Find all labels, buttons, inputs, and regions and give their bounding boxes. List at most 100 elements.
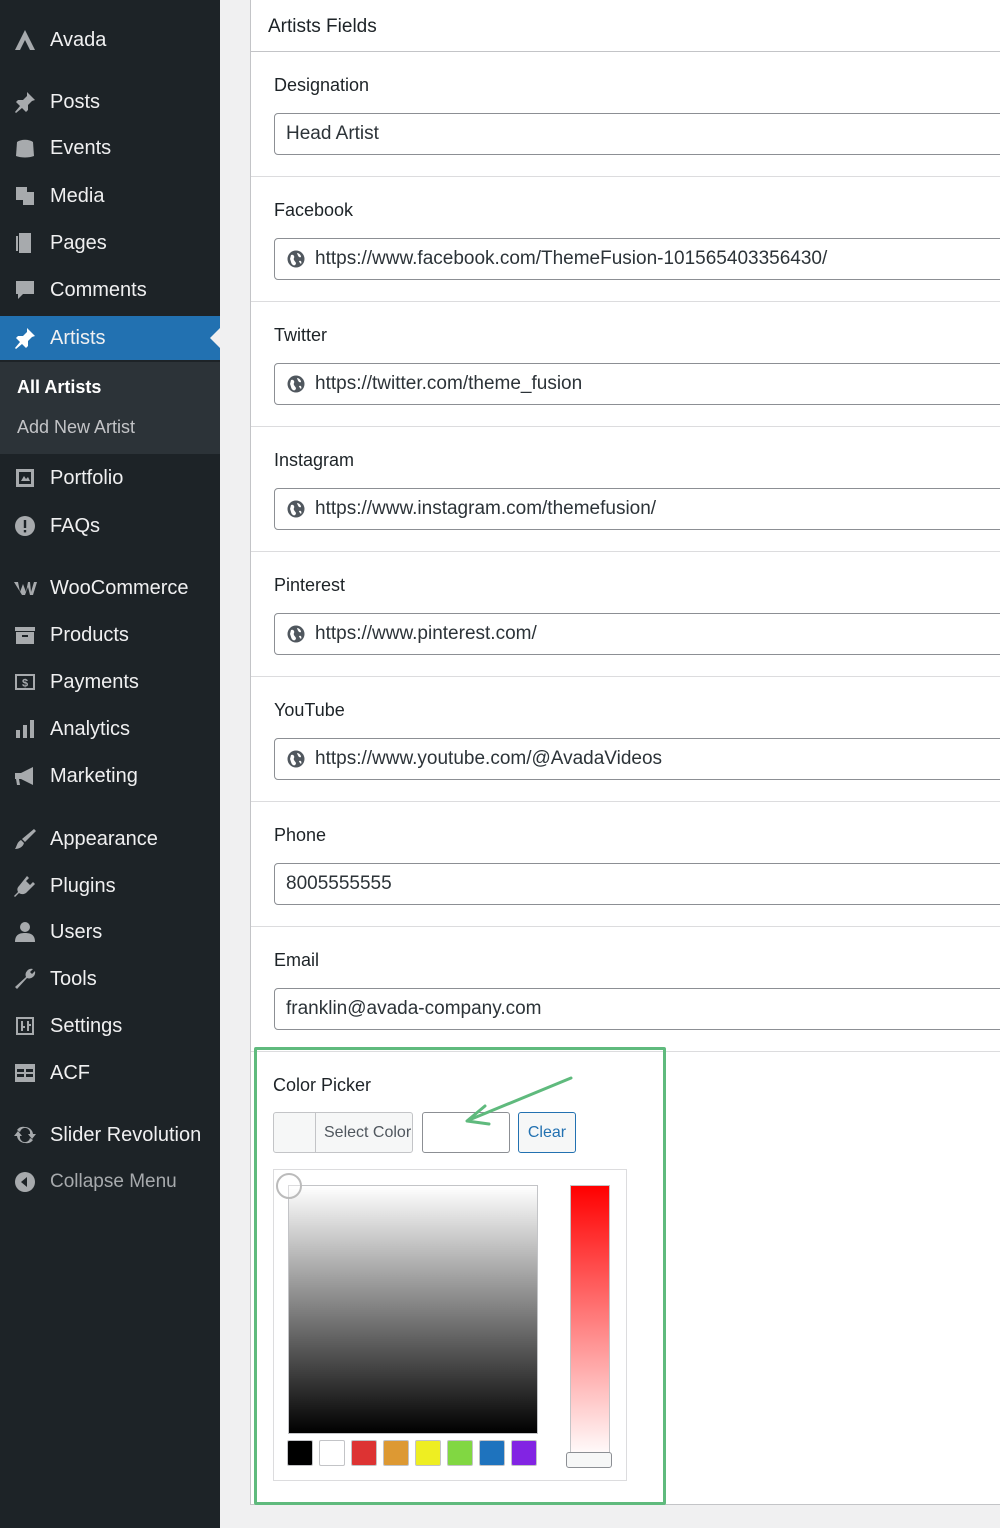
- sidebar-item-posts[interactable]: Posts: [0, 80, 220, 124]
- sidebar-item-analytics[interactable]: Analytics: [0, 707, 220, 751]
- panel-title: Artists Fields: [268, 16, 377, 37]
- annotation-arrow-icon: [465, 1076, 573, 1126]
- hue-slider-handle[interactable]: [566, 1452, 612, 1468]
- admin-sidebar: All Artists Add New Artist Avada Posts Eve…: [0, 0, 220, 1528]
- color-picker-label: Color Picker: [273, 1075, 372, 1095]
- field-row-phone: Phone 8005555555: [251, 802, 1000, 927]
- sidebar-item-label: Portfolio: [50, 466, 124, 489]
- sidebar-item-label: Media: [50, 184, 105, 207]
- sidebar-item-slider-revolution[interactable]: Slider Revolution: [0, 1113, 220, 1157]
- sidebar-item-users[interactable]: Users: [0, 910, 220, 954]
- media-icon: [12, 183, 38, 209]
- sidebar-item-media[interactable]: Media: [0, 174, 220, 218]
- input-value: https://www.pinterest.com/: [315, 623, 537, 644]
- refresh-icon: [12, 1122, 38, 1148]
- sidebar-item-pages[interactable]: Pages: [0, 221, 220, 265]
- input-value: https://www.facebook.com/ThemeFusion-101…: [315, 248, 828, 269]
- submenu-item-all-artists[interactable]: All Artists: [17, 377, 101, 398]
- palette-swatch[interactable]: [319, 1440, 345, 1466]
- sidebar-item-avada[interactable]: Avada: [0, 18, 220, 62]
- field-row-pinterest: Pinterest https://www.pinterest.com/: [251, 552, 1000, 677]
- palette-swatch[interactable]: [447, 1440, 473, 1466]
- saturation-lightness-square[interactable]: [288, 1185, 538, 1434]
- instagram-input[interactable]: https://www.instagram.com/themefusion/: [274, 488, 1000, 530]
- payments-icon: $: [12, 669, 38, 695]
- sidebar-item-label: Settings: [50, 1014, 123, 1037]
- sidebar-item-label: Events: [50, 136, 112, 159]
- info-icon: [12, 513, 38, 539]
- table-icon: [12, 1060, 38, 1086]
- sidebar-item-portfolio[interactable]: Portfolio: [0, 456, 220, 500]
- collapse-icon: [12, 1169, 38, 1195]
- sidebar-item-payments[interactable]: $ Payments: [0, 660, 220, 704]
- sidebar-item-label: Collapse Menu: [50, 1171, 177, 1192]
- sidebar-item-label: Tools: [50, 967, 97, 990]
- bar-chart-icon: [12, 716, 38, 742]
- input-value: 8005555555: [286, 873, 392, 894]
- pinterest-input[interactable]: https://www.pinterest.com/: [274, 613, 1000, 655]
- sidebar-item-label: Artists: [50, 326, 106, 349]
- sidebar-item-tools[interactable]: Tools: [0, 957, 220, 1001]
- panel-header: Artists Fields: [251, 0, 1000, 52]
- sidebar-item-label: Plugins: [50, 874, 116, 897]
- sidebar-item-label: ACF: [50, 1061, 90, 1084]
- sidebar-item-collapse-menu[interactable]: Collapse Menu: [0, 1160, 220, 1204]
- hue-slider-strip[interactable]: [570, 1185, 610, 1459]
- input-value: franklin@avada-company.com: [286, 998, 542, 1019]
- palette-swatch[interactable]: [383, 1440, 409, 1466]
- select-color-button[interactable]: Select Color: [273, 1112, 413, 1153]
- phone-input[interactable]: 8005555555: [274, 863, 1000, 905]
- sidebar-item-plugins[interactable]: Plugins: [0, 864, 220, 908]
- megaphone-icon: [12, 763, 38, 789]
- field-label: Facebook: [274, 200, 354, 220]
- sidebar-item-label: Pages: [50, 231, 107, 254]
- email-input[interactable]: franklin@avada-company.com: [274, 988, 1000, 1030]
- sidebar-item-comments[interactable]: Comments: [0, 268, 220, 312]
- sidebar-item-label: Payments: [50, 670, 139, 693]
- palette-swatch[interactable]: [415, 1440, 441, 1466]
- field-label: Designation: [274, 75, 370, 95]
- paintbrush-icon: [12, 826, 38, 852]
- sidebar-item-label: Avada: [50, 28, 107, 51]
- user-icon: [12, 919, 38, 945]
- archive-icon: [12, 622, 38, 648]
- sidebar-item-label: Comments: [50, 278, 147, 301]
- facebook-input[interactable]: https://www.facebook.com/ThemeFusion-101…: [274, 238, 1000, 280]
- palette-swatch[interactable]: [511, 1440, 537, 1466]
- woocommerce-icon: [12, 575, 38, 601]
- sidebar-item-appearance[interactable]: Appearance: [0, 817, 220, 861]
- sidebar-item-label: FAQs: [50, 514, 101, 537]
- sidebar-item-events[interactable]: Events: [0, 126, 220, 170]
- svg-text:$: $: [22, 678, 28, 690]
- sidebar-item-label: Marketing: [50, 764, 138, 787]
- sidebar-item-artists[interactable]: Artists: [0, 316, 220, 360]
- sidebar-item-acf[interactable]: ACF: [0, 1051, 220, 1095]
- comment-icon: [12, 277, 38, 303]
- designation-input[interactable]: Head Artist: [274, 113, 1000, 155]
- field-row-youtube: YouTube https://www.youtube.com/@AvadaVid…: [251, 677, 1000, 802]
- twitter-input[interactable]: https://twitter.com/theme_fusion: [274, 363, 1000, 405]
- globe-icon: [286, 749, 306, 769]
- sidebar-item-settings[interactable]: Settings: [0, 1004, 220, 1048]
- field-label: Pinterest: [274, 575, 346, 595]
- globe-icon: [286, 249, 306, 269]
- plugin-icon: [12, 873, 38, 899]
- sidebar-item-marketing[interactable]: Marketing: [0, 754, 220, 798]
- sidebar-item-label: Users: [50, 920, 103, 943]
- globe-icon: [286, 499, 306, 519]
- palette-swatch[interactable]: [479, 1440, 505, 1466]
- sidebar-item-woocommerce[interactable]: WooCommerce: [0, 566, 220, 610]
- current-color-swatch: [274, 1113, 316, 1152]
- artists-submenu: All Artists Add New Artist: [0, 362, 220, 454]
- palette-swatch[interactable]: [287, 1440, 313, 1466]
- color-picker-handle[interactable]: [276, 1173, 302, 1199]
- pushpin-icon: [12, 325, 38, 351]
- input-value: Head Artist: [286, 123, 379, 144]
- sidebar-item-faqs[interactable]: FAQs: [0, 504, 220, 548]
- input-value: https://twitter.com/theme_fusion: [315, 373, 583, 394]
- sidebar-item-products[interactable]: Products: [0, 613, 220, 657]
- youtube-input[interactable]: https://www.youtube.com/@AvadaVideos: [274, 738, 1000, 780]
- palette-swatch[interactable]: [351, 1440, 377, 1466]
- field-row-instagram: Instagram https://www.instagram.com/theme…: [251, 427, 1000, 552]
- submenu-item-add-new-artist[interactable]: Add New Artist: [17, 417, 135, 438]
